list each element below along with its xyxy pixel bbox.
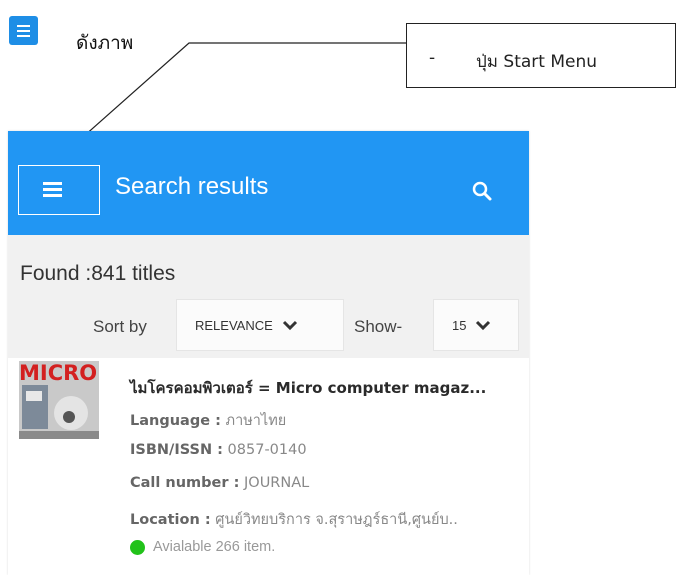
show-count-dropdown[interactable]: 15 xyxy=(433,299,519,351)
show-label: Show- xyxy=(354,317,403,336)
sort-value: RELEVANCE xyxy=(195,317,273,333)
result-list-item[interactable]: MICRO ไมโครคอมพิวเตอร์ = Micro computer … xyxy=(8,358,529,575)
call-number-row: Call number : JOURNAL xyxy=(130,475,310,491)
isbn-row: ISBN/ISSN : 0857-0140 xyxy=(130,442,307,458)
show-value: 15 xyxy=(452,317,467,333)
language-row: Language : ภาษาไทย xyxy=(130,413,287,429)
availability-status: Avialable 266 item. xyxy=(130,539,275,555)
results-count: Found :841 titles xyxy=(20,262,176,285)
svg-text:MICRO: MICRO xyxy=(19,361,97,385)
sort-label: Sort by xyxy=(93,317,147,336)
hamburger-menu-icon[interactable] xyxy=(43,182,62,197)
sort-dropdown[interactable]: RELEVANCE xyxy=(176,299,344,351)
magazine-cover-thumbnail[interactable]: MICRO xyxy=(19,361,99,439)
app-bar: Search results xyxy=(8,131,529,235)
result-title[interactable]: ไมโครคอมพิวเตอร์ = Micro computer magaz.… xyxy=(130,376,486,400)
page-title: Search results xyxy=(115,173,269,200)
search-icon[interactable] xyxy=(470,179,494,203)
available-status-icon xyxy=(130,539,145,555)
location-row: Location : ศูนย์วิทยบริการ จ.สุราษฎร์ธาน… xyxy=(130,512,458,528)
availability-text: Avialable 266 item. xyxy=(153,539,276,555)
chevron-down-icon xyxy=(476,320,491,331)
mobile-app-screenshot: Search results Found :841 titles Sort by… xyxy=(8,131,529,575)
chevron-down-icon xyxy=(282,320,297,331)
